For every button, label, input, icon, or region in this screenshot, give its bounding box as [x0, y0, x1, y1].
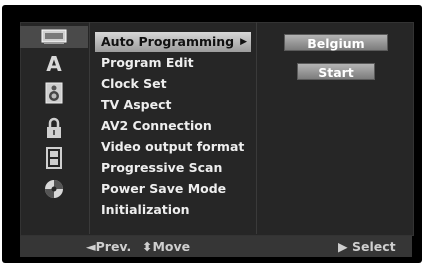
- menu-item-label: Power Save Mode: [101, 181, 227, 196]
- category-audio[interactable]: [20, 82, 88, 104]
- select-hint: ▶ Select: [338, 239, 396, 254]
- menu-item-power-save-mode[interactable]: Power Save Mode: [95, 179, 251, 199]
- menu-item-label: Auto Programming: [101, 34, 235, 49]
- divider-options: [256, 22, 257, 234]
- disc-icon: [45, 180, 63, 198]
- speaker-icon: [45, 82, 63, 104]
- category-lock[interactable]: [20, 117, 88, 139]
- menu-item-program-edit[interactable]: Program Edit: [95, 53, 251, 73]
- padlock-icon: [47, 117, 61, 138]
- menu-item-label: Progressive Scan: [101, 160, 223, 175]
- country-select-button[interactable]: Belgium: [284, 34, 388, 51]
- category-general[interactable]: [20, 26, 88, 48]
- submenu-arrow-icon: ▶: [240, 37, 247, 47]
- menu-item-label: Initialization: [101, 202, 190, 217]
- menu-item-label: Program Edit: [101, 55, 194, 70]
- start-button[interactable]: Start: [297, 63, 375, 80]
- menu-item-video-output-format[interactable]: Video output format: [95, 137, 251, 157]
- move-hint: ⬍Move: [142, 239, 191, 254]
- disc-tray-icon: [41, 29, 67, 44]
- menu-item-initialization[interactable]: Initialization: [95, 200, 251, 220]
- category-recording[interactable]: [20, 147, 88, 169]
- menu-item-clock-set[interactable]: Clock Set: [95, 74, 251, 94]
- setup-category-sidebar: A: [20, 22, 88, 234]
- menu-item-label: TV Aspect: [101, 97, 172, 112]
- category-disc[interactable]: [20, 178, 88, 200]
- footer-help-bar: ◄Prev. ⬍Move ▶ Select: [20, 236, 412, 257]
- film-strip-icon: [46, 147, 62, 169]
- prev-hint: ◄Prev.: [86, 239, 132, 254]
- divider-icons: [89, 22, 90, 234]
- menu-item-label: Video output format: [101, 139, 245, 154]
- menu-item-av2-connection[interactable]: AV2 Connection: [95, 116, 251, 136]
- menu-item-label: AV2 Connection: [101, 118, 212, 133]
- language-a-icon: A: [46, 52, 62, 76]
- menu-item-progressive-scan[interactable]: Progressive Scan: [95, 158, 251, 178]
- menu-item-label: Clock Set: [101, 76, 167, 91]
- menu-item-tv-aspect[interactable]: TV Aspect: [95, 95, 251, 115]
- category-language[interactable]: A: [20, 53, 88, 75]
- menu-item-auto-programming[interactable]: Auto Programming ▶: [95, 32, 251, 52]
